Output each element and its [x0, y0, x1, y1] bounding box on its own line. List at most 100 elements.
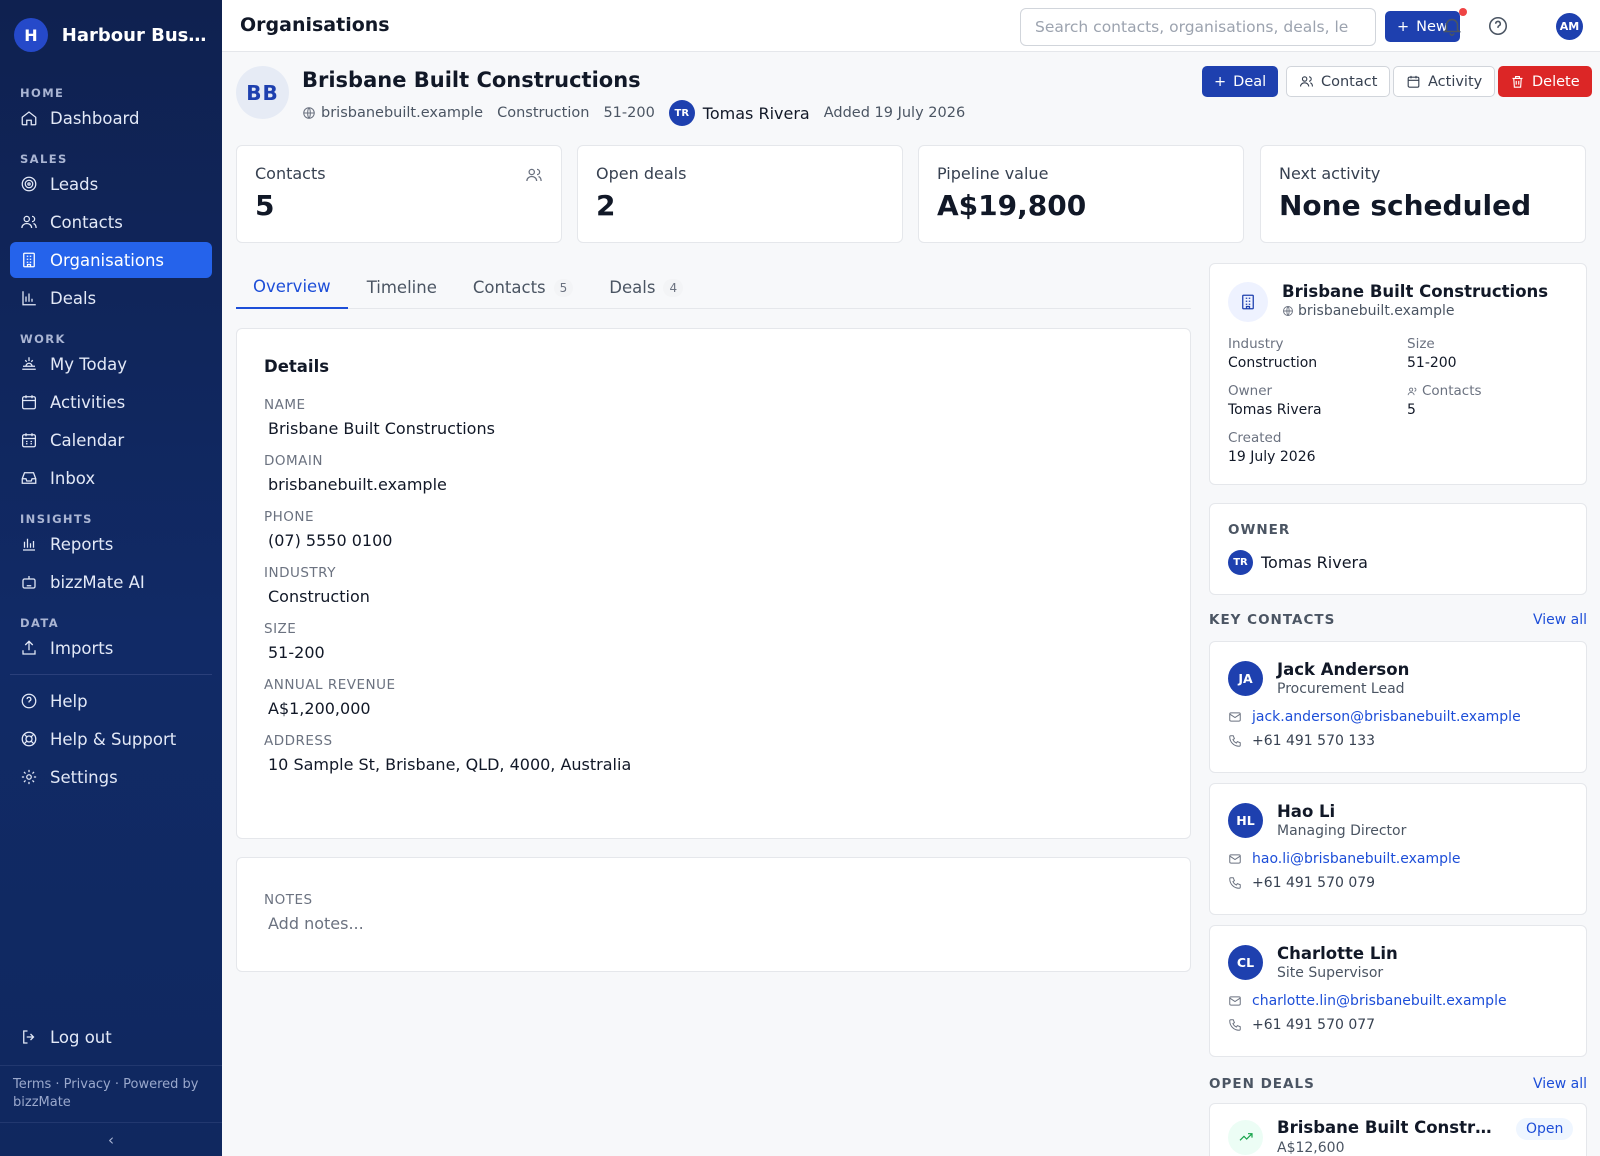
contact-email-row: jack.anderson@brisbanebuilt.example [1228, 709, 1568, 725]
tab-label: Deals [609, 278, 656, 297]
stat-label: Pipeline value [937, 164, 1049, 183]
contact-phone[interactable]: +61 491 570 079 [1252, 875, 1375, 891]
summary-domain[interactable]: brisbanebuilt.example [1282, 303, 1548, 319]
sidebar-item-calendar[interactable]: Calendar [10, 422, 212, 458]
user-avatar[interactable]: AM [1556, 13, 1583, 40]
sidebar-item-deals[interactable]: Deals [10, 280, 212, 316]
collapse-sidebar-button[interactable]: ‹ [0, 1122, 222, 1156]
tab-label: Contacts [472, 278, 546, 297]
sidebar-item-bizzmate-ai[interactable]: bizzMate AI [10, 564, 212, 600]
key-contacts-view-all[interactable]: View all [1533, 612, 1587, 628]
sidebar-item-label: Activities [50, 392, 126, 412]
nav: HOME Dashboard SALES Leads Contacts Orga… [0, 78, 222, 795]
contact-phone[interactable]: +61 491 570 133 [1252, 733, 1375, 749]
tab-overview[interactable]: Overview [236, 266, 348, 309]
contact-card[interactable]: CL Charlotte Lin Site Supervisor charlot… [1209, 925, 1587, 1057]
inbox-icon [21, 472, 37, 484]
search-input[interactable] [1020, 8, 1376, 46]
contact-role: Procurement Lead [1277, 681, 1405, 697]
open-deals-header: OPEN DEALS View all [1209, 1076, 1587, 1092]
users-icon [1407, 387, 1417, 395]
phone-icon [1229, 1019, 1241, 1031]
field-industry[interactable]: INDUSTRY Construction [264, 565, 1163, 606]
bell-icon [1442, 18, 1462, 36]
contact-email[interactable]: hao.li@brisbanebuilt.example [1252, 851, 1461, 867]
sidebar-item-activities[interactable]: Activities [10, 384, 212, 420]
bot-icon [22, 576, 36, 589]
sidebar-item-help[interactable]: Help [10, 683, 212, 719]
deal-name: Brisbane Built Construc... [1277, 1118, 1502, 1137]
sidebar-item-label: Calendar [50, 430, 125, 450]
field-address[interactable]: ADDRESS 10 Sample St, Brisbane, QLD, 400… [264, 733, 1163, 774]
sidebar-item-contacts[interactable]: Contacts [10, 204, 212, 240]
field-value: Construction [268, 587, 370, 606]
status-badge: Open [1516, 1118, 1574, 1140]
org-title: Brisbane Built Constructions [302, 68, 641, 92]
contact-name: Charlotte Lin [1277, 944, 1398, 963]
field-label: DOMAIN [264, 453, 323, 469]
nav-section-data: DATA [20, 616, 60, 630]
stat-contacts: Contacts 5 [236, 145, 562, 243]
field-phone[interactable]: PHONE (07) 5550 0100 [264, 509, 1163, 550]
org-summary-card: Brisbane Built Constructions brisbanebui… [1209, 263, 1587, 485]
contact-phone[interactable]: +61 491 570 077 [1252, 1017, 1375, 1033]
calendar-icon [1407, 75, 1420, 88]
stat-value: A$19,800 [937, 189, 1087, 222]
notifications-button[interactable] [1441, 8, 1467, 37]
logout-icon [23, 1030, 35, 1044]
contact-email[interactable]: jack.anderson@brisbanebuilt.example [1252, 709, 1521, 725]
notes-input[interactable]: Add notes... [264, 914, 1163, 933]
org-domain[interactable]: brisbanebuilt.example [302, 105, 483, 121]
summary-domain-text: brisbanebuilt.example [1298, 303, 1455, 319]
calendar-icon [21, 395, 37, 410]
org-owner[interactable]: TR Tomas Rivera [668, 100, 810, 126]
contact-card[interactable]: JA Jack Anderson Procurement Lead jack.a… [1209, 641, 1587, 773]
tab-deals[interactable]: Deals 4 [592, 266, 700, 309]
contact-email[interactable]: charlotte.lin@brisbanebuilt.example [1252, 993, 1507, 1009]
add-contact-button[interactable]: Contact [1286, 66, 1391, 97]
mail-icon [1229, 854, 1241, 864]
contact-email-row: charlotte.lin@brisbanebuilt.example [1228, 993, 1568, 1009]
tab-contacts[interactable]: Contacts 5 [456, 266, 590, 309]
owner-row[interactable]: TR Tomas Rivera [1228, 550, 1568, 575]
add-activity-button[interactable]: Activity [1393, 66, 1496, 97]
sidebar-item-leads[interactable]: Leads [10, 166, 212, 202]
sidebar-item-imports[interactable]: Imports [10, 630, 212, 666]
org-avatar: BB [236, 66, 289, 119]
plus-icon: + [1214, 73, 1227, 90]
sidebar-item-inbox[interactable]: Inbox [10, 460, 212, 496]
sidebar-item-organisations[interactable]: Organisations [10, 242, 212, 278]
logout-label: Log out [50, 1027, 112, 1047]
sidebar-item-my-today[interactable]: My Today [10, 346, 212, 382]
field-label: ANNUAL REVENUE [264, 677, 396, 693]
sidebar-item-dashboard[interactable]: Dashboard [10, 100, 212, 136]
logout-button[interactable]: Log out [10, 1019, 212, 1055]
stat-value: None scheduled [1279, 189, 1532, 222]
footer-links[interactable]: Terms · Privacy · Powered by bizzMate [0, 1065, 222, 1122]
deal-card[interactable]: Brisbane Built Construc... A$12,600 Open [1209, 1103, 1587, 1156]
add-deal-button[interactable]: + Deal [1202, 66, 1279, 97]
nav-section-insights: INSIGHTS [20, 512, 93, 526]
help-button[interactable] [1487, 15, 1509, 37]
contact-card[interactable]: HL Hao Li Managing Director hao.li@brisb… [1209, 783, 1587, 915]
contact-phone-row: +61 491 570 133 [1228, 733, 1568, 749]
brand[interactable]: H Harbour Bus... [0, 0, 222, 70]
field-value: (07) 5550 0100 [268, 531, 393, 550]
field-annual-revenue[interactable]: ANNUAL REVENUE A$1,200,000 [264, 677, 1163, 718]
sidebar-item-help-support[interactable]: Help & Support [10, 721, 212, 757]
chevron-left-icon: ‹ [108, 1130, 114, 1149]
field-domain[interactable]: DOMAIN brisbanebuilt.example [264, 453, 1163, 494]
field-size[interactable]: SIZE 51-200 [264, 621, 1163, 662]
sidebar-item-reports[interactable]: Reports [10, 526, 212, 562]
open-deals-view-all[interactable]: View all [1533, 1076, 1587, 1092]
contact-email-row: hao.li@brisbanebuilt.example [1228, 851, 1568, 867]
tab-timeline[interactable]: Timeline [350, 266, 454, 309]
stat-open-deals: Open deals 2 [577, 145, 903, 243]
tab-label: Overview [253, 277, 331, 296]
sidebar-item-label: Dashboard [50, 108, 140, 128]
org-meta: brisbanebuilt.example Construction 51-20… [302, 100, 965, 126]
building-icon [1228, 282, 1268, 322]
delete-button[interactable]: Delete [1498, 66, 1592, 97]
field-name[interactable]: NAME Brisbane Built Constructions [264, 397, 1163, 438]
sidebar-item-settings[interactable]: Settings [10, 759, 212, 795]
